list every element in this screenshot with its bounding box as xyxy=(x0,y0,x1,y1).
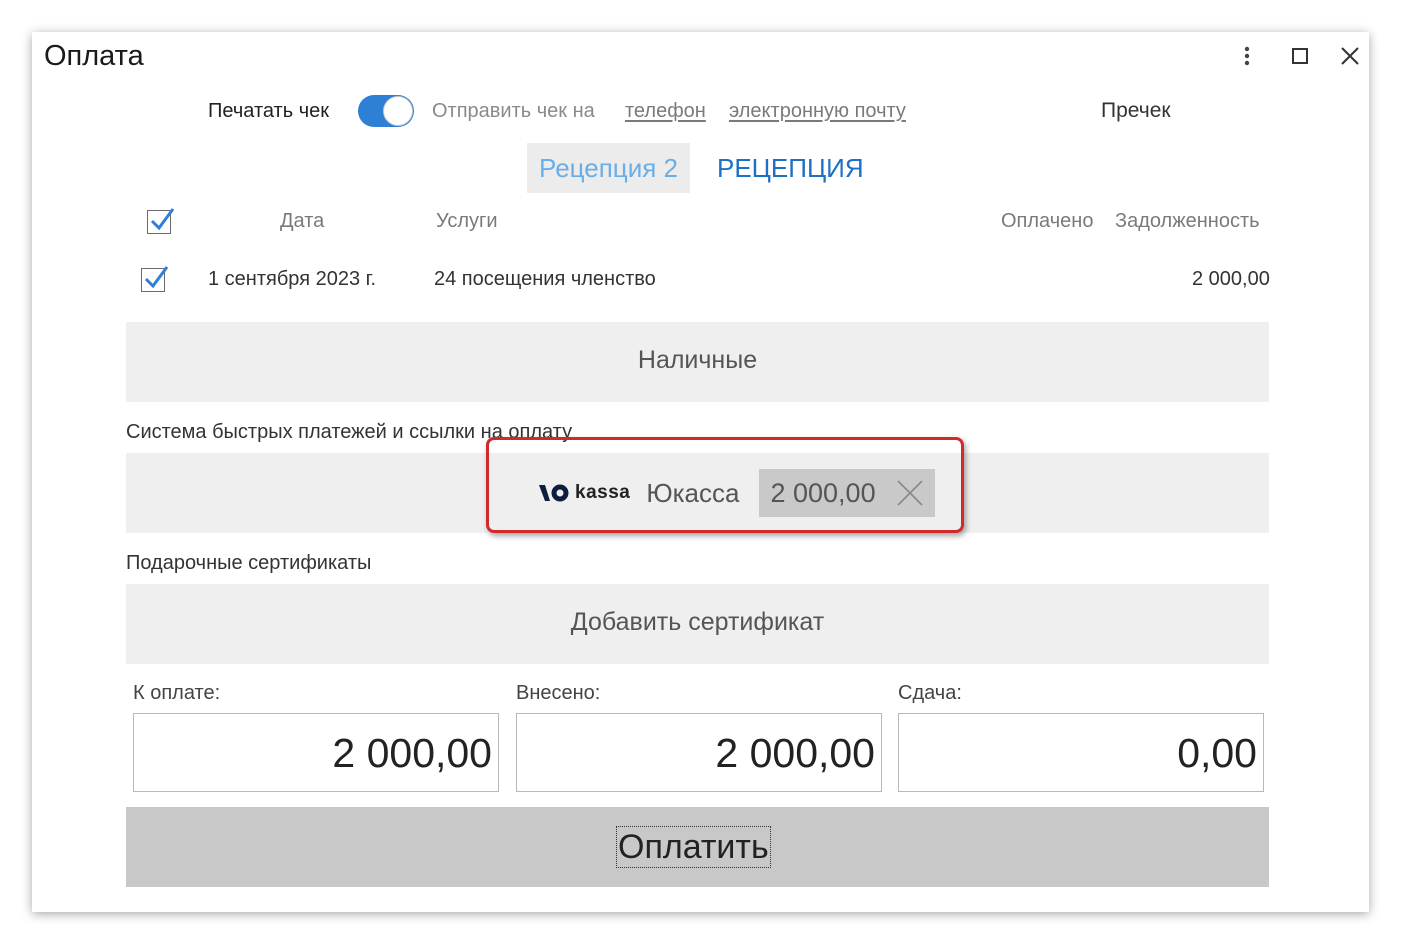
dialog-title: Оплата xyxy=(44,40,144,72)
precheck-button[interactable]: Пречек xyxy=(1101,99,1171,123)
send-phone-link[interactable]: телефон xyxy=(625,100,706,123)
payment-dialog: Оплата Печатать чек Отправить чек на тел… xyxy=(32,32,1369,912)
to-pay-label: К оплате: xyxy=(133,682,221,704)
maximize-icon[interactable] xyxy=(1289,44,1311,68)
tab-reception[interactable]: РЕЦЕПЦИЯ xyxy=(705,143,876,193)
toggle-knob xyxy=(383,96,413,126)
certificates-label: Подарочные сертификаты xyxy=(126,552,372,574)
paid-field[interactable]: 2 000,00 xyxy=(516,713,882,792)
more-icon[interactable] xyxy=(1237,44,1257,68)
remove-payment-icon[interactable] xyxy=(896,479,924,507)
send-receipt-label: Отправить чек на xyxy=(432,100,595,122)
checkmark-icon xyxy=(150,208,175,231)
print-receipt-toggle[interactable] xyxy=(358,95,414,127)
tab-reception-2[interactable]: Рецепция 2 xyxy=(527,143,690,193)
add-certificate-button[interactable]: Добавить сертификат xyxy=(126,584,1269,664)
header-date: Дата xyxy=(280,210,325,232)
close-icon[interactable] xyxy=(1338,44,1362,68)
header-paid: Оплачено xyxy=(1001,210,1094,232)
row-debt: 2 000,00 xyxy=(1192,268,1270,290)
fast-payments-label: Система быстрых платежей и ссылки на опл… xyxy=(126,421,573,443)
yookassa-logo: kassa xyxy=(539,482,630,504)
yookassa-logo-icon xyxy=(539,484,569,502)
row-service: 24 посещения членство xyxy=(434,268,656,290)
paid-label: Внесено: xyxy=(516,682,601,704)
add-certificate-label: Добавить сертификат xyxy=(570,608,825,636)
to-pay-field[interactable]: 2 000,00 xyxy=(133,713,499,792)
row-date: 1 сентября 2023 г. xyxy=(208,268,377,290)
change-field[interactable]: 0,00 xyxy=(898,713,1264,792)
send-email-link[interactable]: электронную почту xyxy=(729,100,906,123)
checkmark-icon xyxy=(144,266,169,289)
yookassa-amount[interactable]: 2 000,00 xyxy=(759,469,936,517)
pay-button[interactable]: Оплатить xyxy=(126,807,1269,887)
pay-button-label: Оплатить xyxy=(616,826,771,868)
select-all-checkbox[interactable] xyxy=(147,208,175,234)
print-receipt-label: Печатать чек xyxy=(208,100,329,122)
cash-label: Наличные xyxy=(637,346,758,374)
header-services: Услуги xyxy=(436,210,498,232)
change-label: Сдача: xyxy=(898,682,962,704)
cash-button[interactable]: Наличные xyxy=(126,322,1269,402)
header-debt: Задолженность xyxy=(1115,210,1260,232)
yookassa-payment-item[interactable]: kassa Юкасса 2 000,00 xyxy=(539,469,936,517)
yookassa-logo-text: kassa xyxy=(575,482,631,503)
yookassa-amount-value: 2 000,00 xyxy=(770,477,876,508)
yookassa-name: Юкасса xyxy=(646,477,740,508)
row-checkbox[interactable] xyxy=(141,266,169,292)
